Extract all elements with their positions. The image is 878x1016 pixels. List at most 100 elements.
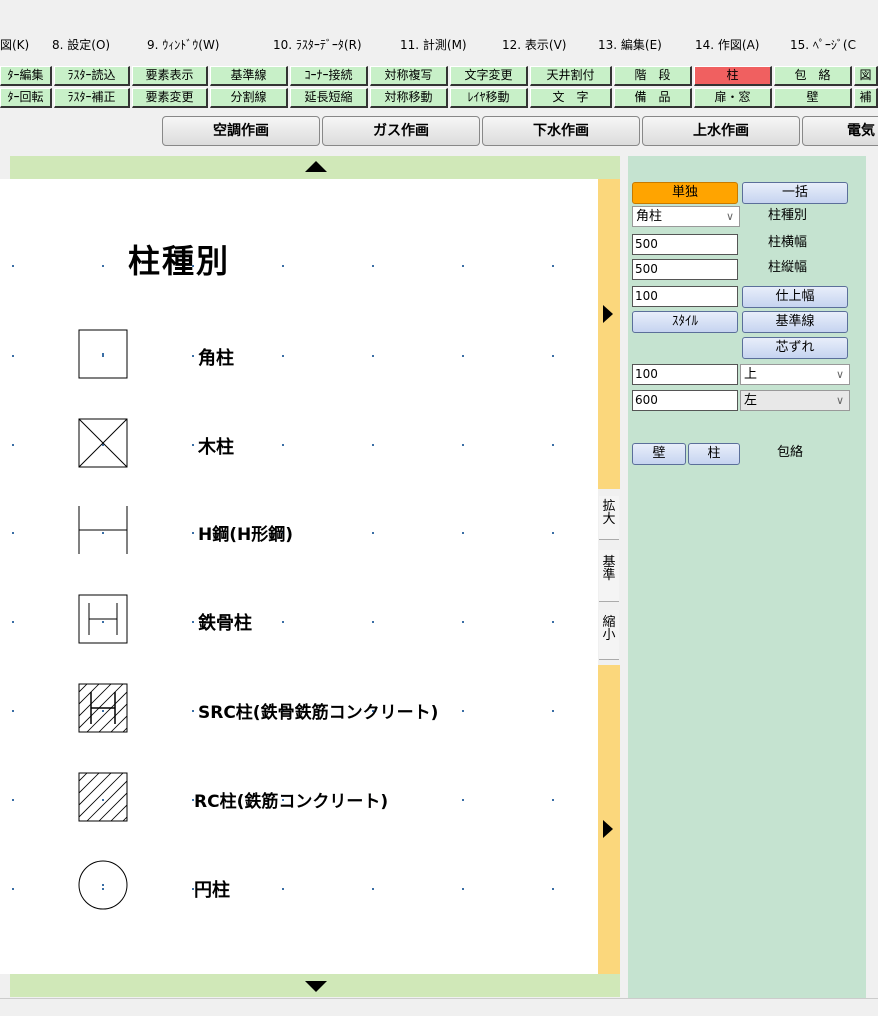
column-width-label: 柱横幅: [768, 235, 808, 250]
menu-bar: 図(K) 8. 設定(O) 9. ｳｨﾝﾄﾞｳ(W) 10. ﾗｽﾀｰﾃﾞｰﾀ(…: [0, 34, 878, 56]
grid-dot: [12, 532, 14, 534]
menu-item-draw[interactable]: 14. 作図(A): [695, 34, 759, 56]
tool-corner-connect[interactable]: ｺｰﾅｰ接続: [290, 66, 368, 86]
grid-dot: [192, 355, 194, 357]
drawing-canvas[interactable]: [0, 179, 598, 974]
menu-item-edit[interactable]: 13. 編集(E): [598, 34, 662, 56]
offset-vertical-direction-select[interactable]: 上 ∨: [740, 364, 850, 385]
grid-dot: [282, 355, 284, 357]
tool-element-display[interactable]: 要素表示: [132, 66, 208, 86]
zoom-in-button[interactable]: 拡大: [599, 496, 619, 540]
baseline-button[interactable]: 基準線: [742, 311, 848, 333]
label-wood-column: 木柱: [198, 437, 234, 458]
menu-item-view[interactable]: 12. 表示(V): [502, 34, 566, 56]
label-round-column: 円柱: [194, 880, 230, 901]
mode-single-button[interactable]: 単独: [632, 182, 738, 204]
rc-column-symbol: [78, 772, 128, 822]
grid-dot: [462, 710, 464, 712]
offset-horizontal-input[interactable]: 600: [632, 390, 738, 411]
tool-supplement[interactable]: 補: [854, 88, 878, 108]
column-type-select[interactable]: 角柱 ∨: [632, 206, 740, 227]
envelope-column-button[interactable]: 柱: [688, 443, 740, 465]
menu-item-window[interactable]: 9. ｳｨﾝﾄﾞｳ(W): [147, 34, 220, 56]
tool-text[interactable]: 文 字: [530, 88, 612, 108]
grid-dot: [282, 888, 284, 890]
tool-extend-shorten[interactable]: 延長短縮: [290, 88, 368, 108]
tool-symmetric-move[interactable]: 対称移動: [370, 88, 448, 108]
column-width-input[interactable]: 500: [632, 234, 738, 255]
tab-hvac-drawing[interactable]: 空調作画: [162, 116, 320, 146]
grid-dot: [282, 265, 284, 267]
grid-dot: [462, 444, 464, 446]
grid-dot: [12, 888, 14, 890]
label-steel-column: 鉄骨柱: [198, 613, 252, 634]
label-rc-column: RC柱(鉄筋コンクリート): [194, 792, 389, 812]
round-column-symbol: [78, 860, 128, 910]
offset-horizontal-direction-select[interactable]: 左 ∨: [740, 390, 850, 411]
zoom-out-label: 縮小: [602, 615, 616, 643]
envelope-wall-button[interactable]: 壁: [632, 443, 686, 465]
center-offset-button[interactable]: 芯ずれ: [742, 337, 848, 359]
zoom-reset-button[interactable]: 基準: [599, 550, 619, 602]
column-type-label: 柱種別: [768, 208, 808, 223]
tool-symmetric-copy[interactable]: 対称複写: [370, 66, 448, 86]
grid-dot: [552, 444, 554, 446]
zoom-reset-label: 基準: [602, 555, 616, 583]
tool-stairs[interactable]: 階 段: [614, 66, 692, 86]
tool-raster-load[interactable]: ﾗｽﾀｰ読込: [54, 66, 130, 86]
label-src-column: SRC柱(鉄骨鉄筋コンクリート): [198, 703, 439, 723]
tool-envelope[interactable]: 包 絡: [774, 66, 852, 86]
tool-ceiling-layout[interactable]: 天井割付: [530, 66, 612, 86]
menu-item-zu[interactable]: 図(K): [0, 34, 29, 56]
tab-water-drawing[interactable]: 上水作画: [642, 116, 800, 146]
tool-figure[interactable]: 図: [854, 66, 878, 86]
tool-column[interactable]: 柱: [694, 66, 772, 86]
tool-baseline[interactable]: 基準線: [210, 66, 288, 86]
steel-column-symbol: [78, 594, 128, 644]
h-steel-symbol: [78, 506, 128, 554]
grid-dot: [192, 444, 194, 446]
tool-layer-move[interactable]: ﾚｲﾔ移動: [450, 88, 528, 108]
menu-item-settings[interactable]: 8. 設定(O): [52, 34, 110, 56]
menu-item-measure[interactable]: 11. 計測(M): [400, 34, 467, 56]
offset-vertical-direction-value: 上: [744, 367, 758, 382]
grid-dot: [552, 799, 554, 801]
tool-divide-line[interactable]: 分割線: [210, 88, 288, 108]
offset-vertical-input[interactable]: 100: [632, 364, 738, 385]
tool-door-window[interactable]: 扉・窓: [694, 88, 772, 108]
grid-dot: [372, 265, 374, 267]
grid-dot: [12, 355, 14, 357]
grid-dot: [192, 265, 194, 267]
tool-element-change[interactable]: 要素変更: [132, 88, 208, 108]
tool-raster-correct[interactable]: ﾗｽﾀｰ補正: [54, 88, 130, 108]
zoom-in-label: 拡大: [602, 499, 616, 527]
grid-dot: [372, 621, 374, 623]
tool-wall[interactable]: 壁: [774, 88, 852, 108]
offset-horizontal-direction-value: 左: [744, 393, 758, 408]
scroll-up-arrow-icon[interactable]: [305, 161, 327, 172]
grid-dot: [462, 621, 464, 623]
mode-batch-button[interactable]: 一括: [742, 182, 848, 204]
tool-text-change[interactable]: 文字変更: [450, 66, 528, 86]
tool-raster-edit[interactable]: ﾀｰ編集: [0, 66, 52, 86]
style-button[interactable]: ｽﾀｲﾙ: [632, 311, 738, 333]
column-depth-input[interactable]: 500: [632, 259, 738, 280]
tab-gas-drawing[interactable]: ガス作画: [322, 116, 480, 146]
label-square-column: 角柱: [198, 348, 234, 369]
expand-right-arrow-icon[interactable]: [603, 305, 613, 323]
scroll-down-arrow-icon[interactable]: [305, 981, 327, 992]
tab-electric-drawing[interactable]: 電気: [802, 116, 878, 146]
zoom-out-button[interactable]: 縮小: [599, 610, 619, 660]
menu-item-raster-data[interactable]: 10. ﾗｽﾀｰﾃﾞｰﾀ(R): [273, 34, 362, 56]
expand-right-arrow-icon-lower[interactable]: [603, 820, 613, 838]
tool-raster-rotate[interactable]: ﾀｰ回転: [0, 88, 52, 108]
envelope-label: 包絡: [777, 445, 804, 460]
grid-dot: [372, 444, 374, 446]
tool-fixtures[interactable]: 備 品: [614, 88, 692, 108]
tab-sewer-drawing[interactable]: 下水作画: [482, 116, 640, 146]
finish-width-input[interactable]: 100: [632, 286, 738, 307]
drawing-title: 柱種別: [128, 242, 231, 280]
menu-item-page[interactable]: 15. ﾍﾟｰｼﾞ(C: [790, 34, 856, 56]
grid-dot: [552, 710, 554, 712]
finish-width-button[interactable]: 仕上幅: [742, 286, 848, 308]
